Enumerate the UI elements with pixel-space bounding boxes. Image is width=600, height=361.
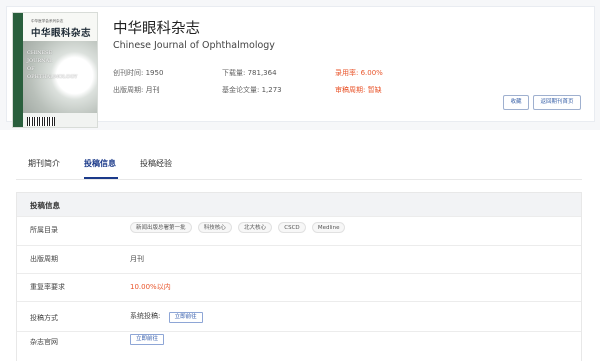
catalog-tag: Medline xyxy=(311,222,346,233)
row-submission-method: 投稿方式 系统投稿: 立即前往 xyxy=(17,301,581,331)
catalog-tags: 新闻出版总署第一批 科技核心 北大核心 CSCD Medline xyxy=(130,222,349,233)
cover-english-line: OF xyxy=(27,66,35,72)
meta-review-value: 暂缺 xyxy=(367,86,382,94)
catalog-tag: 新闻出版总署第一批 xyxy=(130,222,192,233)
submission-info-heading: 投稿信息 xyxy=(30,201,60,210)
meta-cycle-label: 出版周期: xyxy=(113,86,144,94)
meta-acceptance: 录用率: 6.00% xyxy=(335,68,383,78)
row-catalog-label: 所属目录 xyxy=(30,226,58,234)
submit-method-text: 系统投稿: xyxy=(130,312,161,320)
submission-info-header: 投稿信息 xyxy=(17,193,581,216)
meta-founded-value: 1950 xyxy=(145,69,164,77)
meta-funded: 基金论文量: 1,273 xyxy=(222,85,282,95)
meta-funded-value: 1,273 xyxy=(261,86,282,94)
meta-founded-label: 创刊时间: xyxy=(113,69,144,77)
meta-downloads: 下载量: 781,364 xyxy=(222,68,277,78)
row-dup-label: 重复率要求 xyxy=(30,283,65,291)
submission-info-table: 投稿信息 所属目录 新闻出版总署第一批 科技核心 北大核心 CSCD Medli… xyxy=(16,192,582,361)
catalog-tag: CSCD xyxy=(278,222,306,233)
tab-journal-intro[interactable]: 期刊简介 xyxy=(28,158,60,169)
row-site-label: 杂志官网 xyxy=(30,338,58,346)
active-tab-indicator xyxy=(84,177,118,179)
cover-english-line: JOURNAL xyxy=(27,58,53,64)
journal-title: 中华眼科杂志 xyxy=(113,21,200,37)
row-catalog: 所属目录 新闻出版总署第一批 科技核心 北大核心 CSCD Medline xyxy=(17,216,581,240)
tab-submission-info[interactable]: 投稿信息 xyxy=(84,158,116,169)
meta-review-label: 审稿周期: xyxy=(335,86,366,94)
follow-button[interactable]: 收藏 xyxy=(503,95,529,110)
row-publication-cycle: 出版周期 月刊 xyxy=(17,245,581,269)
row-submit-label: 投稿方式 xyxy=(30,314,58,322)
tab-submission-experience[interactable]: 投稿经验 xyxy=(140,158,172,169)
cover-english-line: CHINESE xyxy=(27,50,53,56)
journal-english-title: Chinese Journal of Ophthalmology xyxy=(113,40,275,51)
row-duplication-requirement: 重复率要求 10.00%以内 xyxy=(17,273,581,297)
meta-acceptance-label: 录用率: xyxy=(335,69,359,77)
meta-founded: 创刊时间: 1950 xyxy=(113,68,163,78)
row-dup-value: 10.00%以内 xyxy=(130,283,171,291)
meta-downloads-value: 781,364 xyxy=(247,69,277,77)
journal-cover-image: 中华医学会系列杂志 中华眼科杂志 CHINESE JOURNAL OF OPHT… xyxy=(12,12,98,128)
catalog-tag: 北大核心 xyxy=(238,222,273,233)
meta-cycle-value: 月刊 xyxy=(145,86,160,94)
catalog-tag: 科技核心 xyxy=(197,222,232,233)
row-cycle-label: 出版周期 xyxy=(30,255,58,263)
cover-title: 中华眼科杂志 xyxy=(31,28,92,39)
row-site-value: 立即前往 xyxy=(130,334,165,345)
row-submit-value: 系统投稿: 立即前往 xyxy=(130,311,203,323)
meta-funded-label: 基金论文量: xyxy=(222,86,260,94)
meta-review: 审稿周期: 暂缺 xyxy=(335,85,382,95)
meta-acceptance-value: 6.00% xyxy=(360,69,383,77)
row-cycle-value: 月刊 xyxy=(130,255,144,263)
cover-english-line: OPHTHALMOLOGY xyxy=(27,74,78,80)
tab-bar: 期刊简介 投稿信息 投稿经验 xyxy=(16,150,582,180)
cover-stripe xyxy=(13,13,23,127)
back-to-journal-home-button[interactable]: 返回期刊首页 xyxy=(533,95,581,110)
meta-downloads-label: 下载量: xyxy=(222,69,246,77)
site-go-button[interactable]: 立即前往 xyxy=(130,334,165,345)
submit-go-button[interactable]: 立即前往 xyxy=(168,312,203,323)
cover-small-text: 中华医学会系列杂志 xyxy=(31,19,64,23)
row-official-site: 杂志官网 立即前往 xyxy=(17,331,581,361)
meta-cycle: 出版周期: 月刊 xyxy=(113,85,160,95)
cover-barcode xyxy=(27,117,55,126)
cover-english-title: CHINESE JOURNAL OF OPHTHALMOLOGY xyxy=(27,49,77,81)
